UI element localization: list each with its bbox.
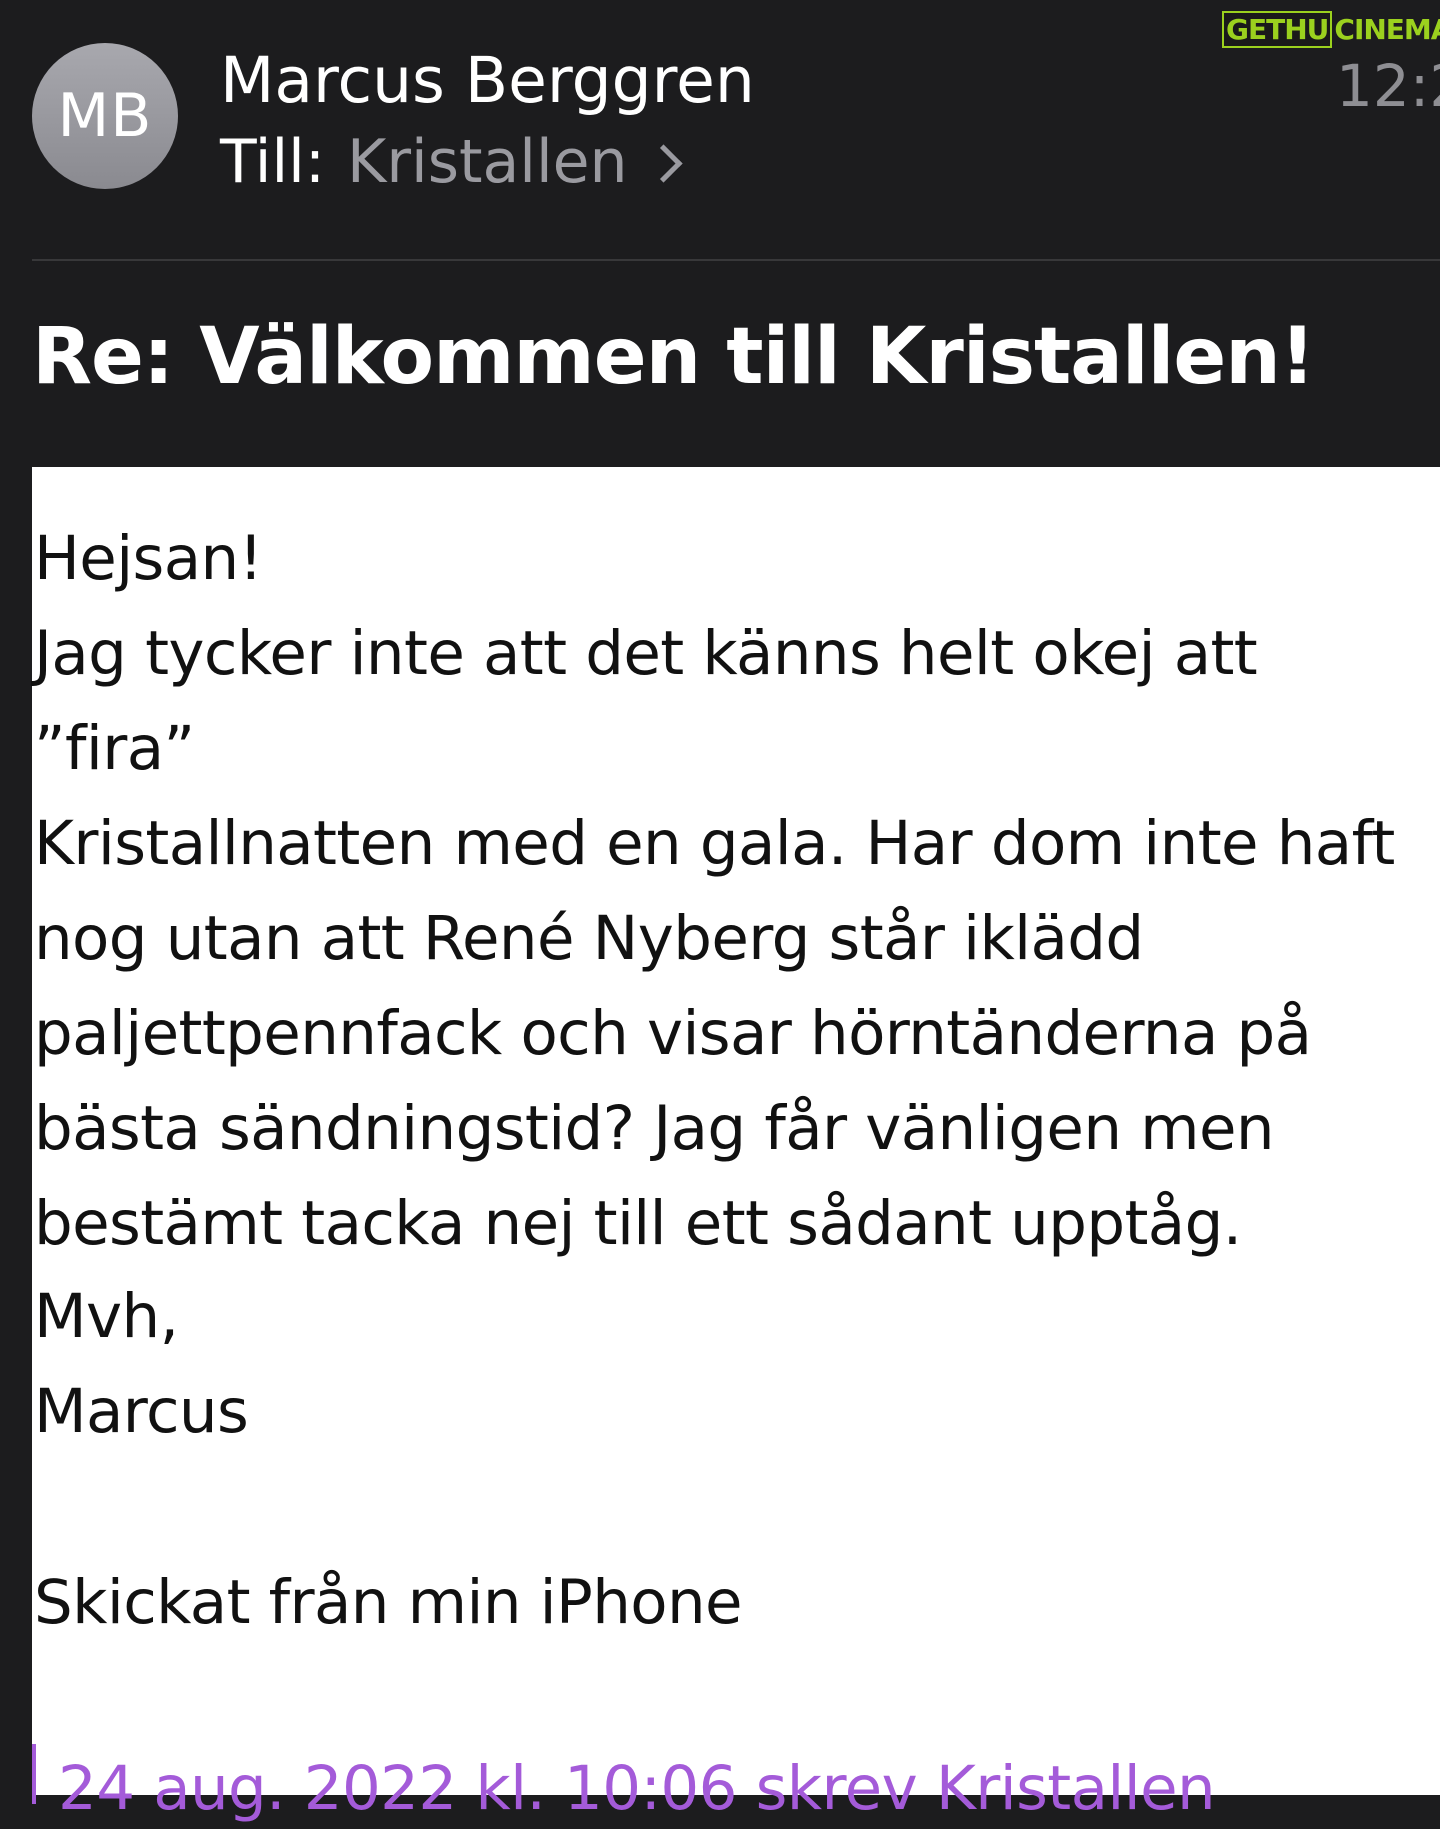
avatar-initials: MB <box>57 81 153 151</box>
quote-bar <box>32 1744 36 1804</box>
chevron-right-icon[interactable] <box>643 143 683 183</box>
recipient-row[interactable]: Till: Kristallen <box>220 127 683 197</box>
sender-name[interactable]: Marcus Berggren <box>220 44 755 118</box>
body-paragraph: Jag tycker inte att det känns helt okej … <box>34 618 1395 1259</box>
recipient-label: Till: <box>220 127 326 197</box>
sent-from: Skickat från min iPhone <box>34 1567 743 1638</box>
watermark-part1: GETHU <box>1222 11 1333 48</box>
greeting: Hejsan! <box>34 523 263 594</box>
recipient-name[interactable]: Kristallen <box>347 127 628 197</box>
signature: Marcus <box>34 1376 249 1447</box>
message-subject: Re: Välkommen till Kristallen! <box>32 312 1315 402</box>
closing: Mvh, <box>34 1281 179 1352</box>
sender-avatar[interactable]: MB <box>32 43 178 189</box>
watermark-part2: CINEMA <box>1334 13 1440 46</box>
message-header: MB Marcus Berggren Till: Kristallen 12:2… <box>0 0 1440 260</box>
message-body: Hejsan! Jag tycker inte att det känns he… <box>32 467 1440 1824</box>
message-time: 12:2 <box>1336 52 1440 120</box>
quote-header[interactable]: 24 aug. 2022 kl. 10:06 skrev Kristallen <box>58 1749 1216 1829</box>
header-divider <box>32 259 1440 261</box>
watermark-logo: GETHU CINEMA <box>1222 10 1440 50</box>
